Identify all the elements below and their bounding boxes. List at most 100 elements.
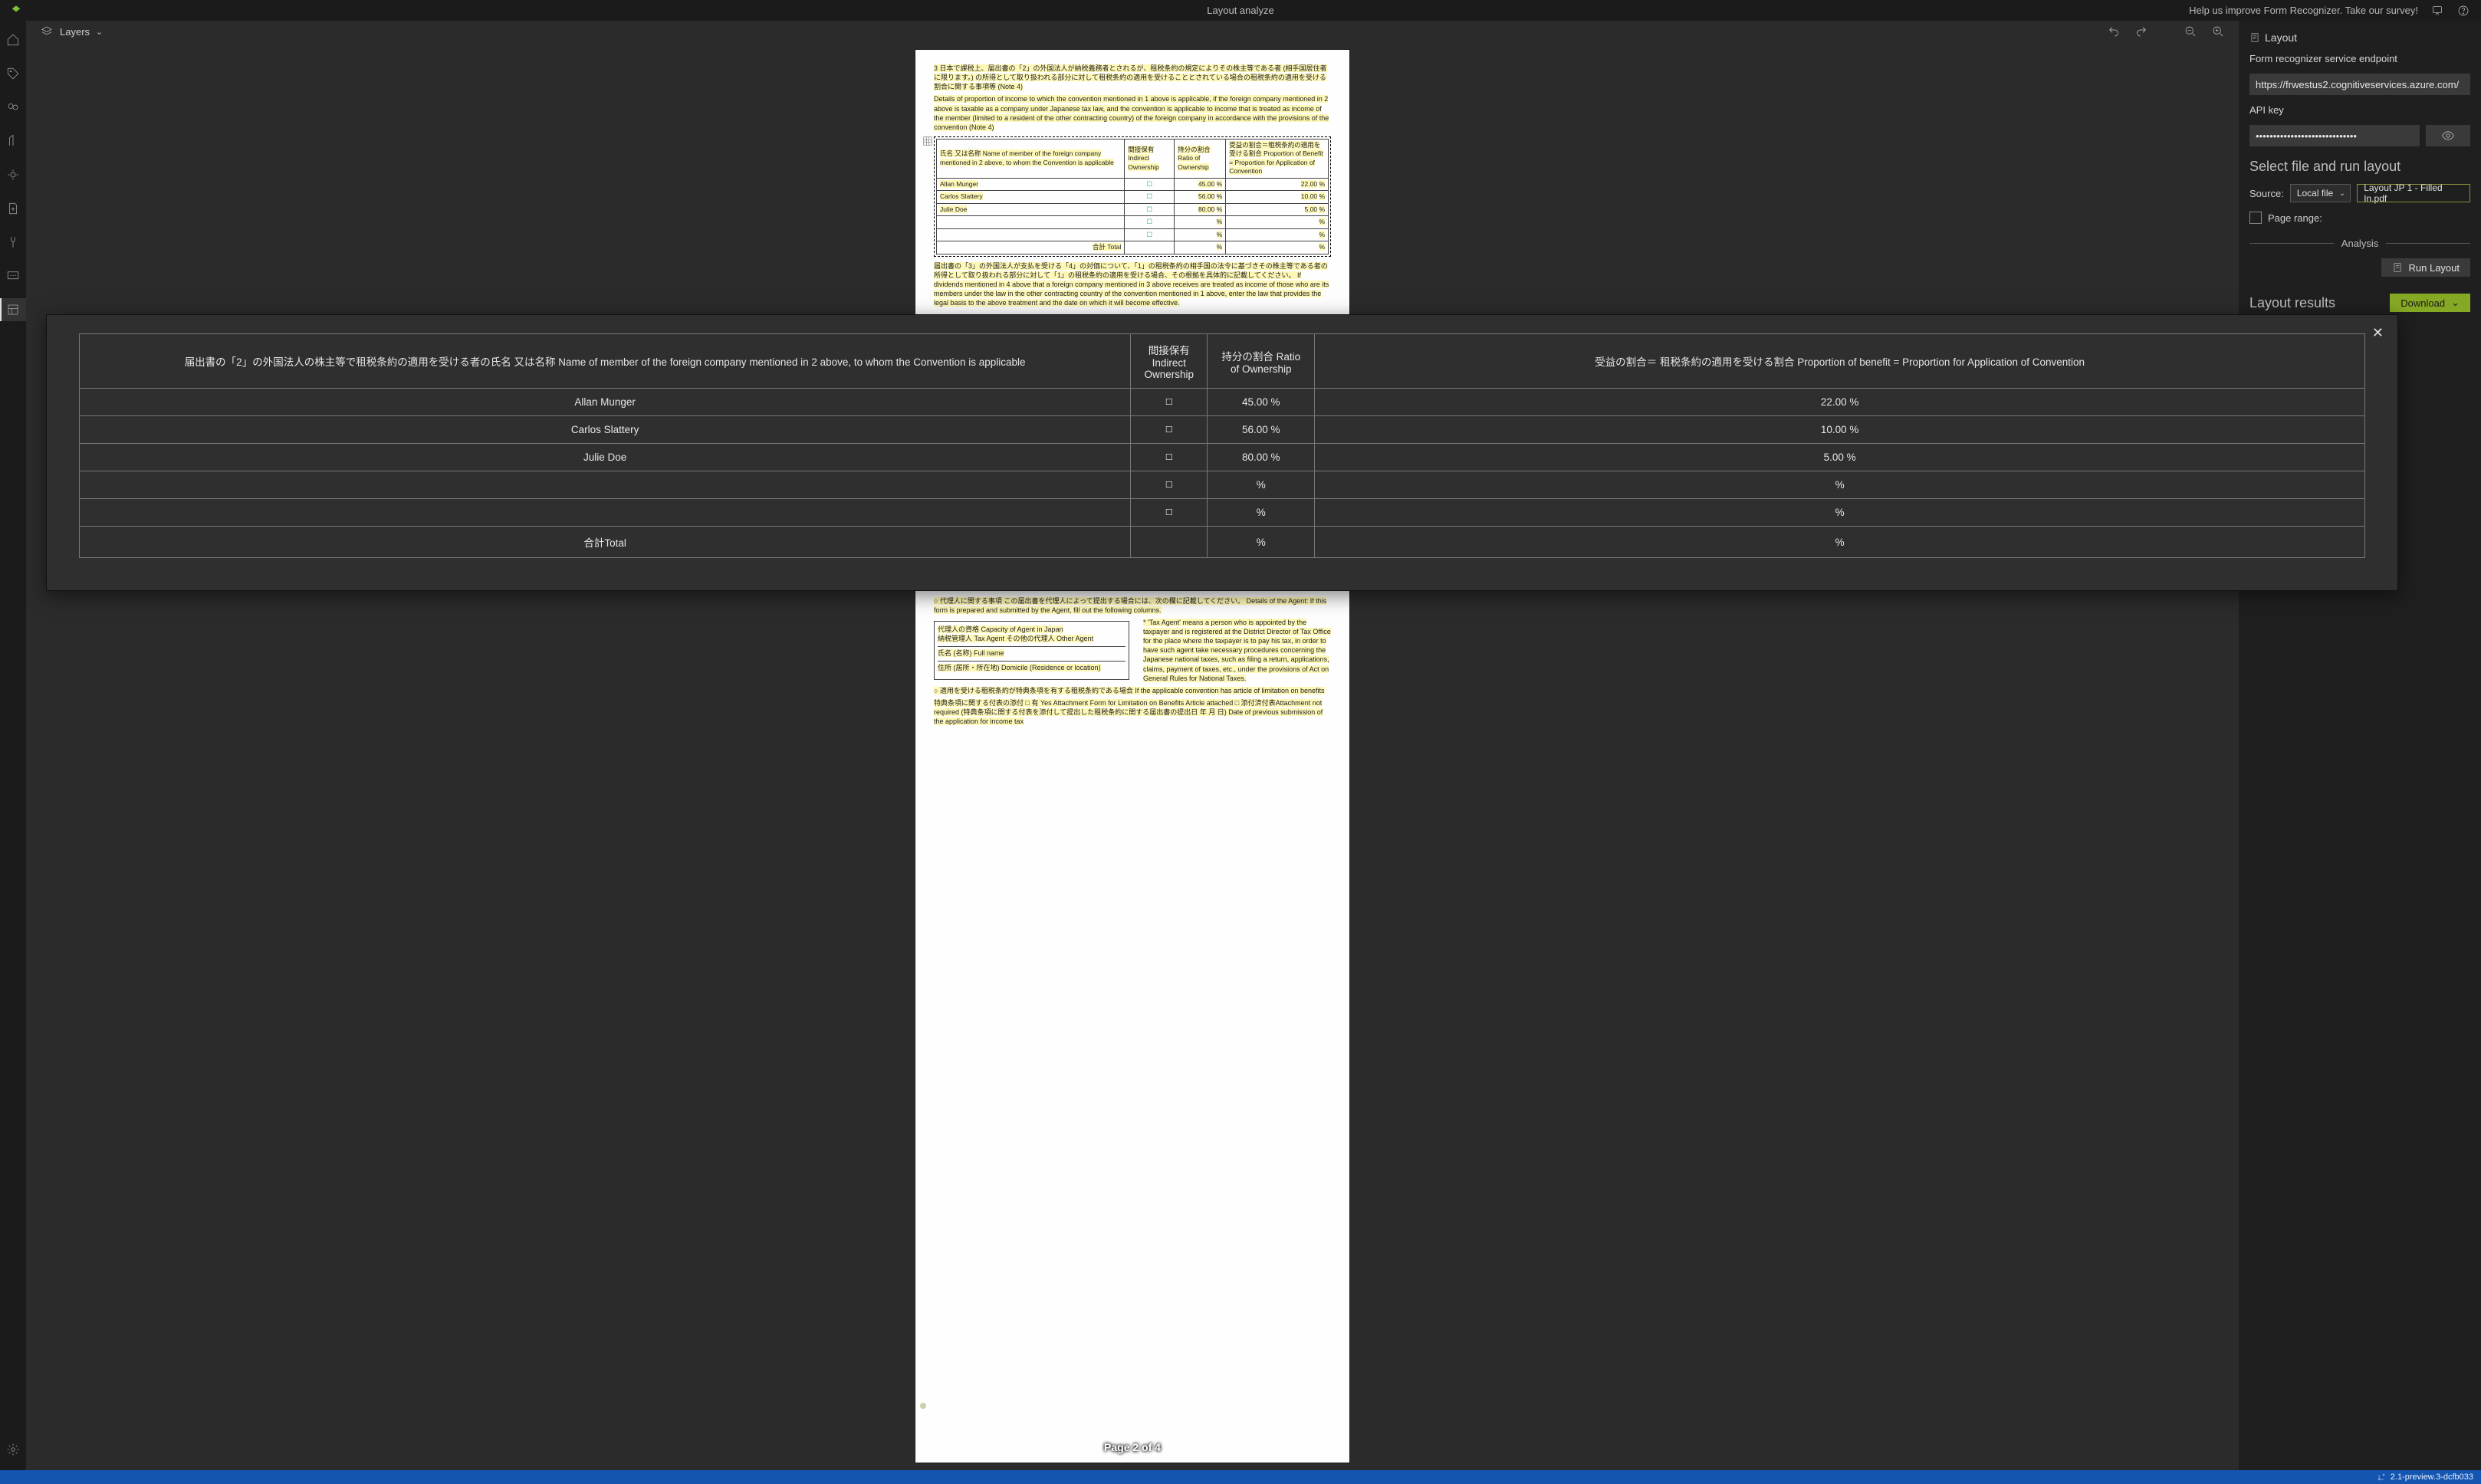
th-ratio: 持分の割合 Ratio of Ownership (1178, 146, 1211, 171)
cell-benefit: % (1315, 499, 2365, 527)
th-name: 届出書の「2」の外国法人の株主等で租税条約の適用を受ける者の氏名 又は名称 Na… (80, 334, 1131, 389)
cell-indirect: ☐ (1131, 499, 1208, 527)
zoom-in-icon[interactable] (2211, 25, 2225, 38)
agent-right: * 'Tax Agent' means a person who is appo… (1143, 618, 1331, 683)
table-row: ☐%% (937, 228, 1329, 241)
version-label: 2.1-preview.3-dcfb033 (2391, 1473, 2473, 1482)
rail-ocr-icon[interactable] (0, 264, 26, 287)
cell-name (80, 499, 1131, 527)
apikey-input[interactable] (2249, 125, 2420, 146)
rail-layout-icon[interactable] (0, 298, 26, 321)
source-select[interactable]: Local file ⌄ (2290, 184, 2351, 202)
rail-connect-icon[interactable] (0, 231, 26, 254)
cell-ratio: 80.00 % (1208, 444, 1315, 471)
cell-benefit: 10.00 % (1315, 416, 2365, 444)
th-benefit: 受益の割合＝ 租税条約の適用を受ける割合 Proportion of benef… (1315, 334, 2365, 389)
attachment-block: 特典条項に関する付表の添付 □ 有 Yes Attachment Form fo… (934, 699, 1323, 725)
run-layout-button[interactable]: Run Layout (2381, 258, 2471, 277)
agent-head: ○ 代理人に関する事項 この届出書を代理人によって提出する場合には、次の欄に記載… (934, 597, 1326, 614)
endpoint-input[interactable] (2249, 74, 2470, 95)
rail-prebuilt-icon[interactable] (0, 163, 26, 186)
cell-ratio: 45.00 % (1208, 389, 1315, 416)
table-row: Allan Munger☐45.00 %22.00 % (80, 389, 2365, 416)
th-benefit: 受益の割合＝租税条約の適用を受ける割合 Proportion of Benefi… (1229, 141, 1323, 175)
rail-brain-icon[interactable] (0, 96, 26, 119)
rail-compose-icon[interactable] (0, 130, 26, 153)
chevron-down-icon: ⌄ (2451, 297, 2460, 309)
document-page[interactable]: 3 日本で課税上、届出書の「2」の外国法人が納税義務者とされるが、租税条約の規定… (915, 50, 1349, 1463)
doc-mid-note: 届出書の「3」の外国法人が支払を受ける「4」の対価について、「1」の租税条約の相… (934, 262, 1329, 307)
table-row: Julie Doe☐80.00 %5.00 % (937, 203, 1329, 215)
app-title: Layout analyze (1207, 5, 1273, 16)
survey-link[interactable]: Help us improve Form Recognizer. Take ou… (2189, 5, 2418, 16)
result-table: 届出書の「2」の外国法人の株主等で租税条約の適用を受ける者の氏名 又は名称 Na… (79, 333, 2365, 558)
limitation-line: ○ 適用を受ける租税条約が特典条項を有する租税条約である場合 If the ap… (934, 687, 1325, 694)
cell-ratio: % (1208, 471, 1315, 499)
rail-settings-icon[interactable] (0, 1438, 26, 1461)
cell-indirect (1131, 527, 1208, 558)
table-row: Allan Munger☐45.00 %22.00 % (937, 178, 1329, 190)
feedback-icon[interactable] (2430, 4, 2444, 18)
cell-benefit: % (1315, 527, 2365, 558)
table-row: ☐%% (80, 471, 2365, 499)
chevron-down-icon[interactable]: ⌄ (96, 27, 103, 37)
doc-sec3-en: Details of proportion of income to which… (934, 95, 1329, 130)
cell-ratio: % (1208, 527, 1315, 558)
table-row: ☐%% (80, 499, 2365, 527)
download-button[interactable]: Download ⌄ (2390, 294, 2470, 312)
rail-home-icon[interactable] (0, 28, 26, 51)
th-indirect: 間接保有 Indirect Ownership (1131, 334, 1208, 389)
cell-name: Carlos Slattery (80, 416, 1131, 444)
layout-results-label: Layout results (2249, 295, 2335, 311)
canvas-area: Layers ⌄ 3 日本で課税上、届出書の「2」の外国法人が納税義務者とされる… (26, 21, 2239, 1470)
cell-name: Allan Munger (80, 389, 1131, 416)
cell-name: Julie Doe (80, 444, 1131, 471)
cell-indirect: ☐ (1131, 389, 1208, 416)
left-nav-rail (0, 21, 26, 1470)
chevron-down-icon: ⌄ (2339, 189, 2345, 198)
redo-icon[interactable] (2134, 25, 2148, 38)
table-row: ☐%% (937, 216, 1329, 228)
zoom-out-icon[interactable] (2184, 25, 2197, 38)
table-row: Julie Doe☐80.00 %5.00 % (80, 444, 2365, 471)
layers-stack-icon[interactable] (40, 25, 54, 38)
undo-icon[interactable] (2107, 25, 2121, 38)
endpoint-label: Form recognizer service endpoint (2249, 53, 2470, 64)
canvas-stage[interactable]: 3 日本で課税上、届出書の「2」の外国法人が納税義務者とされるが、租税条約の規定… (26, 42, 2239, 1470)
help-icon[interactable] (2456, 4, 2470, 18)
select-file-section: Select file and run layout (2249, 159, 2470, 175)
table-selection-icon[interactable] (922, 136, 933, 146)
table-row: Carlos Slattery☐56.00 %10.00 % (80, 416, 2365, 444)
app-logo-icon (9, 4, 23, 18)
cell-name (80, 471, 1131, 499)
page-range-label: Page range: (2268, 212, 2322, 224)
doc-table-wrap: 氏名 又は名称 Name of member of the foreign co… (934, 136, 1331, 257)
source-label: Source: (2249, 188, 2284, 199)
file-name-field[interactable]: Layout JP 1 - Filled In.pdf (2357, 184, 2470, 202)
th-name: 氏名 又は名称 Name of member of the foreign co… (940, 149, 1114, 166)
agent-left: 代理人の資格 Capacity of Agent in Japan 納税管理人 … (934, 621, 1129, 680)
close-icon[interactable]: ✕ (2372, 326, 2384, 340)
canvas-toolbar: Layers ⌄ (26, 21, 2239, 42)
cell-benefit: % (1315, 471, 2365, 499)
cell-ratio: 56.00 % (1208, 416, 1315, 444)
th-indirect: 間接保有 Indirect Ownership (1128, 146, 1159, 171)
cell-name: 合計Total (80, 527, 1131, 558)
right-panel: Layout Form recognizer service endpoint … (2239, 21, 2481, 1470)
cell-indirect: ☐ (1131, 444, 1208, 471)
table-row: Carlos Slattery☐56.00 %10.00 % (937, 191, 1329, 203)
cell-benefit: 22.00 % (1315, 389, 2365, 416)
table-row: 合計 Total%% (937, 241, 1329, 254)
title-bar: Layout analyze Help us improve Form Reco… (0, 0, 2481, 21)
marker-icon (920, 1403, 926, 1409)
analysis-divider: Analysis (2249, 238, 2470, 249)
table-row: 合計Total%% (80, 527, 2365, 558)
layers-label[interactable]: Layers (60, 26, 90, 38)
cell-ratio: % (1208, 499, 1315, 527)
cell-benefit: 5.00 % (1315, 444, 2365, 471)
page-range-checkbox[interactable] (2249, 212, 2262, 224)
reveal-password-icon[interactable] (2426, 125, 2470, 146)
apikey-label: API key (2249, 104, 2470, 116)
rail-tag-icon[interactable] (0, 62, 26, 85)
rail-new-doc-icon[interactable] (0, 197, 26, 220)
